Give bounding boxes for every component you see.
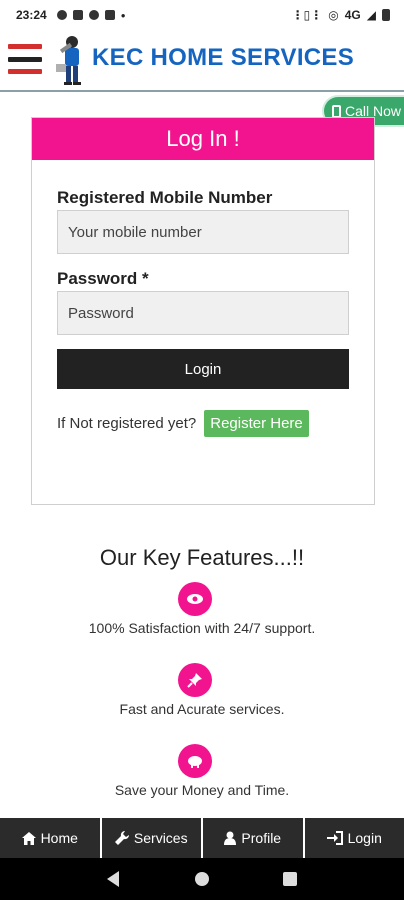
password-input[interactable] <box>57 291 349 335</box>
feature-text: 100% Satisfaction with 24/7 support. <box>88 620 316 636</box>
password-label: Password * <box>57 269 149 288</box>
menu-hamburger-icon[interactable] <box>8 42 42 76</box>
app-screen: 23:24 ● ⋮▯⋮ ◎ 4G ◢ KEC HOME SERVICES Cal… <box>0 0 404 900</box>
feature-text: Save your Money and Time. <box>114 782 290 798</box>
system-nav-bar <box>0 858 404 900</box>
hotspot-icon: ◎ <box>328 8 339 22</box>
pin-icon <box>178 663 212 697</box>
login-card-title: Log In ! <box>32 118 374 160</box>
wrench-icon <box>114 831 129 845</box>
bottom-nav: Home Services Profile Login <box>0 818 404 858</box>
nav-services[interactable]: Services <box>102 818 203 858</box>
signal-icon: ◢ <box>366 8 376 22</box>
recents-icon[interactable] <box>283 872 298 886</box>
nav-home-label: Home <box>40 830 78 846</box>
status-bar: 23:24 ● ⋮▯⋮ ◎ 4G ◢ <box>0 0 404 30</box>
login-button[interactable]: Login <box>57 349 349 389</box>
login-icon <box>326 831 343 845</box>
home-icon <box>21 831 36 845</box>
repairman-logo-icon <box>56 36 81 85</box>
nav-services-label: Services <box>133 830 188 846</box>
eye-icon <box>178 582 212 616</box>
login-card: Log In ! Registered Mobile Number Passwo… <box>31 117 375 505</box>
user-icon <box>224 831 237 845</box>
app-header: KEC HOME SERVICES <box>0 30 404 92</box>
system-icons: ⋮▯⋮ ◎ 4G ◢ <box>292 8 390 22</box>
nav-home[interactable]: Home <box>0 818 102 858</box>
nav-login[interactable]: Login <box>305 818 404 858</box>
notification-icons: ● <box>56 10 126 20</box>
status-time: 23:24 <box>16 8 47 22</box>
chat-icon <box>88 10 99 20</box>
mobile-number-input[interactable] <box>57 210 349 254</box>
brand-title: KEC HOME SERVICES <box>92 44 355 71</box>
nav-profile-label: Profile <box>241 830 282 846</box>
more-dot-icon: ● <box>120 10 126 20</box>
battery-icon <box>382 9 390 21</box>
register-prompt: If Not registered yet? <box>57 415 197 432</box>
back-icon[interactable] <box>106 871 121 887</box>
register-button[interactable]: Register Here <box>204 410 309 437</box>
register-row: If Not registered yet? Register Here <box>57 410 309 437</box>
nav-login-label: Login <box>347 830 382 846</box>
app-notification-icon <box>72 10 83 20</box>
features-title: Our Key Features...!! <box>99 545 305 570</box>
home-circle-icon[interactable] <box>194 871 210 887</box>
whatsapp-icon <box>56 10 67 20</box>
piggy-bank-icon <box>178 744 212 778</box>
gallery-icon <box>104 10 115 20</box>
feature-text: Fast and Acurate services. <box>119 701 285 717</box>
nav-profile[interactable]: Profile <box>203 818 305 858</box>
mobile-label: Registered Mobile Number <box>57 188 273 207</box>
vibrate-icon: ⋮▯⋮ <box>291 8 323 22</box>
phone-icon <box>332 104 341 118</box>
network-label: 4G <box>344 8 361 22</box>
